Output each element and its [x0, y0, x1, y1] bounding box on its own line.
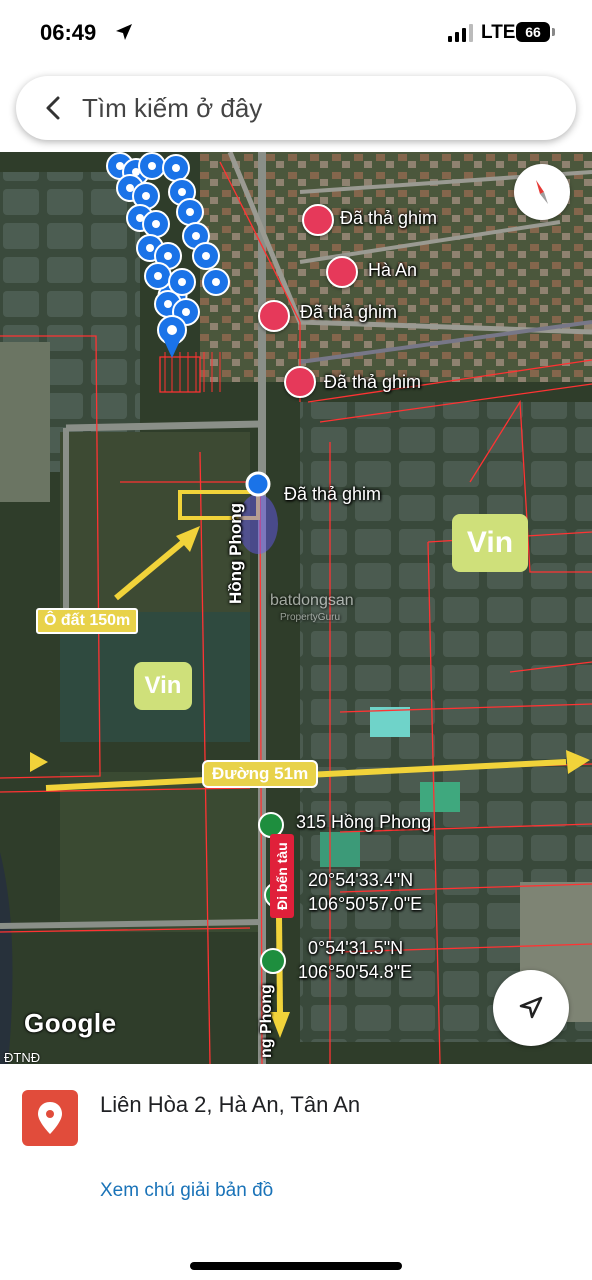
navigation-arrow-icon — [519, 996, 543, 1019]
coord-lng: 106°50'54.8"E — [298, 962, 413, 982]
coord-lat: 0°54'31.5"N — [308, 938, 404, 958]
saved-pin-heart-icon[interactable] — [326, 256, 358, 288]
location-arrow-icon — [116, 24, 132, 40]
map-legend-link[interactable]: Xem chú giải bản đồ — [100, 1180, 273, 1202]
pin-label[interactable]: Đã thả ghim — [284, 484, 381, 505]
status-bar: 06:49 LTE 66 — [0, 0, 592, 66]
place-title: Liên Hòa 2, Hà An, Tân An — [100, 1092, 361, 1117]
pin-label[interactable]: Đã thả ghim — [324, 372, 421, 393]
battery-nub — [552, 28, 555, 36]
vin-annotation-left: Vin — [134, 662, 192, 710]
corner-label: ĐTNĐ — [4, 1050, 41, 1064]
search-bar[interactable]: Tìm kiếm ở đây — [16, 76, 576, 140]
back-arrow-icon[interactable] — [40, 94, 68, 122]
saved-pin-heart-icon[interactable] — [284, 366, 316, 398]
street-label-bottom: ng Phong — [258, 984, 275, 1058]
road-annotation: Đường 51m — [202, 760, 319, 788]
pin-label[interactable]: Đã thả ghim — [340, 208, 437, 229]
pin-label[interactable]: Hà An — [368, 260, 417, 281]
lot-annotation: Ô đất 150m — [36, 608, 139, 634]
watermark-sub: PropertyGuru — [280, 612, 341, 623]
my-location-button[interactable] — [493, 970, 569, 1046]
place-sheet[interactable]: Liên Hòa 2, Hà An, Tân An Xem chú giải b… — [0, 1064, 592, 1280]
ferry-annotation: Đi bến tàu — [270, 834, 294, 918]
vin-label: Vin — [466, 526, 514, 559]
search-input[interactable]: Tìm kiếm ở đây — [82, 93, 262, 124]
coord-lng: 106°50'57.0"E — [308, 894, 423, 914]
battery-level: 66 — [525, 24, 541, 40]
location-pin-icon — [22, 1090, 78, 1146]
watermark: batdongsan — [270, 592, 354, 609]
vin-annotation-right: Vin — [452, 514, 528, 572]
compass-button[interactable] — [514, 164, 570, 220]
pin-label[interactable]: Đã thả ghim — [300, 302, 397, 323]
coord-lat: 20°54'33.4"N — [308, 870, 414, 890]
saved-pin-heart-icon[interactable] — [258, 300, 290, 332]
compass-icon — [536, 180, 548, 204]
saved-pin-heart-icon[interactable] — [302, 204, 334, 236]
signal-icon — [448, 24, 473, 42]
home-indicator[interactable] — [190, 1262, 402, 1270]
street-label: Hồng Phong — [226, 502, 245, 604]
battery-icon: 66 — [516, 22, 550, 42]
poi-label[interactable]: 315 Hồng Phong — [296, 812, 431, 833]
google-logo: Google — [24, 1008, 117, 1038]
coord-poi-icon[interactable] — [260, 948, 286, 974]
network-type: LTE — [481, 22, 516, 43]
vin-label: Vin — [144, 672, 182, 699]
clock: 06:49 — [40, 20, 97, 45]
map-view[interactable]: Đã thả ghim Hà An Đã thả ghim Đã thả ghi… — [0, 152, 592, 1064]
